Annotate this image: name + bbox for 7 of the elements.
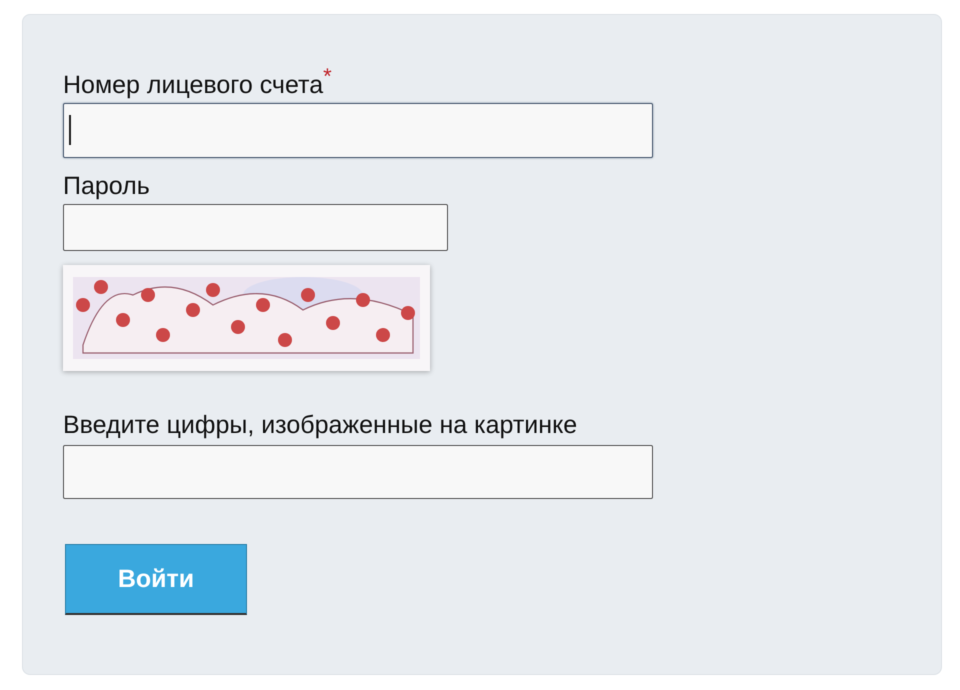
input-field[interactable] (63, 445, 653, 499)
field-label: Пароль (63, 171, 150, 202)
login-button[interactable]: Войти (65, 544, 247, 615)
input-field[interactable] (63, 204, 448, 251)
text-cursor (69, 115, 71, 145)
field-label: Введите цифры, изображенные на картинке (63, 410, 578, 441)
input-field[interactable] (63, 103, 653, 158)
